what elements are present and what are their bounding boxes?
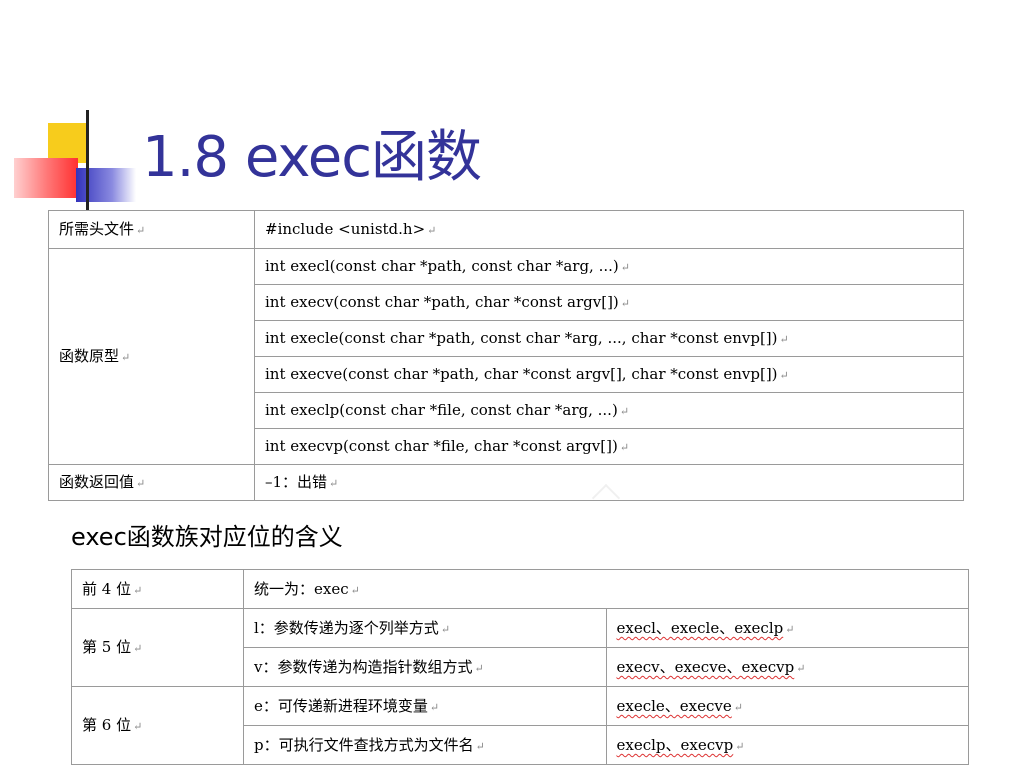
table-row: 函数原型 ↵ int execl(const char *path, const …	[48, 248, 964, 465]
logo-vertical-line	[86, 110, 89, 210]
meaning-cell: e：可传递新进程环境变量 ↵	[243, 686, 607, 726]
logo-blue-bar	[76, 168, 136, 202]
prototype-execlp: int execlp(const char *file, const char …	[254, 392, 964, 429]
return-value-label: 函数返回值 ↵	[48, 464, 255, 501]
subtitle: exec函数族对应位的含义	[71, 523, 343, 551]
prototype-execve: int execve(const char *path, char *const…	[254, 356, 964, 393]
table-row: 第 5 位 ↵ l：参数传递为逐个列举方式 ↵ execl、execle、execl…	[71, 608, 969, 687]
prototype-execvp: int execvp(const char *file, char *const…	[254, 428, 964, 465]
functions-cell: execle、execve ↵	[605, 686, 969, 726]
logo-yellow-square	[48, 123, 88, 163]
meaning-cell: p：可执行文件查找方式为文件名 ↵	[243, 725, 607, 765]
return-value: –1：出错 ↵	[254, 464, 964, 501]
header-file-value: #include <unistd.h> ↵	[254, 210, 964, 249]
slide-title: 1.8 exec函数	[142, 125, 482, 190]
meaning-cell: v：参数传递为构造指针数组方式 ↵	[243, 647, 607, 687]
meaning-cell: 统一为：exec ↵	[243, 569, 969, 609]
position-cell: 第 5 位 ↵	[71, 608, 244, 687]
exec-function-table: 所需头文件 ↵ #include <unistd.h> ↵ 函数原型 ↵ int ex…	[48, 210, 964, 501]
exec-suffix-table: 前 4 位 ↵ 统一为：exec ↵ 第 5 位 ↵ l：参数传递为逐个列举方式 ↵ e…	[71, 569, 969, 765]
table-row: 第 6 位 ↵ e：可传递新进程环境变量 ↵ execle、execve ↵	[71, 686, 969, 765]
table-row: 前 4 位 ↵ 统一为：exec ↵	[71, 569, 969, 609]
prototype-label: 函数原型 ↵	[48, 248, 255, 465]
position-cell: 前 4 位 ↵	[71, 569, 244, 609]
meaning-cell: l：参数传递为逐个列举方式 ↵	[243, 608, 607, 648]
prototype-execv: int execv(const char *path, char *const …	[254, 284, 964, 321]
table-row: 所需头文件 ↵ #include <unistd.h> ↵	[48, 210, 964, 249]
prototype-execl: int execl(const char *path, const char *…	[254, 248, 964, 285]
functions-cell: execlp、execvp ↵	[605, 725, 969, 765]
table-row: 函数返回值 ↵ –1：出错 ↵	[48, 464, 964, 501]
position-cell: 第 6 位 ↵	[71, 686, 244, 765]
logo-red-bar	[14, 158, 78, 198]
header-file-label: 所需头文件 ↵	[48, 210, 255, 249]
functions-cell: execl、execle、execlp ↵	[605, 608, 969, 648]
prototype-execle: int execle(const char *path, const char …	[254, 320, 964, 357]
functions-cell: execv、execve、execvp ↵	[605, 647, 969, 687]
